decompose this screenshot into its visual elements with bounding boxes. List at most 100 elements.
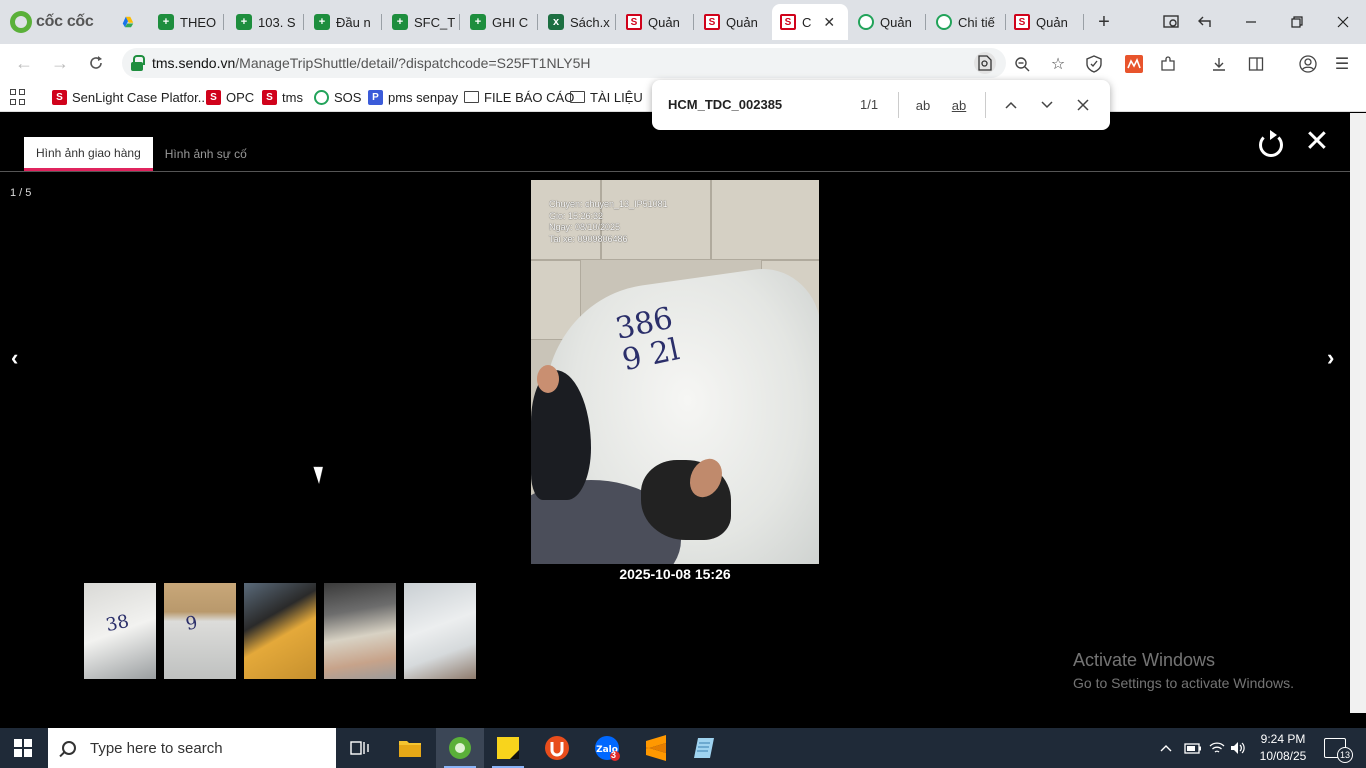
coccoc-app[interactable] bbox=[436, 728, 484, 768]
close-find-button[interactable] bbox=[1071, 93, 1095, 117]
tab-5[interactable]: x Sách.x bbox=[540, 6, 616, 38]
tab-2[interactable]: + Đầu n bbox=[306, 6, 382, 38]
start-button[interactable] bbox=[14, 739, 32, 757]
find-in-page-icon[interactable] bbox=[974, 52, 996, 74]
thumbnail-4[interactable] bbox=[324, 583, 396, 679]
back-button[interactable]: ← bbox=[12, 51, 36, 75]
back-arrow-icon[interactable] bbox=[1190, 8, 1220, 36]
tab-7[interactable]: S Quản bbox=[696, 6, 772, 38]
page-scrollbar[interactable] bbox=[1350, 113, 1366, 713]
bookmark-opc[interactable]: S OPC bbox=[206, 88, 254, 106]
task-view-button[interactable] bbox=[336, 728, 384, 768]
volume-icon[interactable] bbox=[1230, 728, 1246, 768]
zalo-app[interactable]: Zalo 3 bbox=[583, 728, 631, 768]
tab-delivery-images[interactable]: Hình ảnh giao hàng bbox=[24, 137, 153, 171]
bookmark-star-icon[interactable]: ☆ bbox=[1047, 53, 1069, 75]
zoom-out-icon[interactable] bbox=[1011, 53, 1033, 75]
chevron-up-icon bbox=[1005, 101, 1017, 109]
whole-word-button[interactable]: ab bbox=[947, 93, 971, 117]
tab-11[interactable]: S Quản bbox=[1006, 6, 1084, 38]
tab-label: Đầu n bbox=[336, 14, 371, 30]
close-tab-icon[interactable]: ✕ bbox=[823, 14, 835, 31]
download-icon[interactable] bbox=[1208, 53, 1230, 75]
ultraviewer-icon bbox=[545, 736, 569, 760]
bookmark-pms-senpay[interactable]: P pms senpay bbox=[368, 88, 458, 106]
tab-3[interactable]: + SFC_T bbox=[384, 6, 460, 38]
sendo-extension-icon[interactable] bbox=[1123, 53, 1145, 75]
bookmark-file-bao-cao[interactable]: FILE BÁO CÁO bbox=[464, 88, 574, 106]
notepad-app[interactable] bbox=[680, 728, 728, 768]
close-window-button[interactable] bbox=[1328, 8, 1358, 36]
find-input[interactable]: HCM_TDC_002385 bbox=[668, 97, 782, 112]
prev-image-button[interactable]: ‹ bbox=[11, 345, 18, 371]
thumbnail-2[interactable]: 9 bbox=[164, 583, 236, 679]
restore-button[interactable] bbox=[1282, 8, 1312, 36]
sticky-notes-app[interactable] bbox=[484, 728, 532, 768]
next-image-button[interactable]: › bbox=[1327, 345, 1334, 371]
tab-search-icon[interactable] bbox=[1156, 8, 1186, 36]
bookmark-sos[interactable]: SOS bbox=[314, 88, 361, 106]
tab-label: Sách.x bbox=[570, 14, 610, 30]
thumbnail-5[interactable] bbox=[404, 583, 476, 679]
excel-icon: x bbox=[548, 14, 564, 30]
tab-4[interactable]: + GHI C bbox=[462, 6, 538, 38]
bookmark-tms[interactable]: S tms bbox=[262, 88, 303, 106]
sendo-icon: S bbox=[626, 14, 642, 30]
find-previous-button[interactable] bbox=[999, 93, 1023, 117]
find-next-button[interactable] bbox=[1035, 93, 1059, 117]
tab-label: Quản bbox=[648, 14, 680, 30]
apps-grid-icon[interactable] bbox=[10, 89, 26, 105]
reload-icon bbox=[90, 56, 102, 69]
rotate-icon[interactable] bbox=[1256, 129, 1284, 157]
new-tab-button[interactable]: + bbox=[1092, 10, 1116, 34]
url-text[interactable]: tms.sendo.vn/ManageTripShuttle/detail/?d… bbox=[152, 55, 591, 71]
address-bar[interactable]: tms.sendo.vn/ManageTripShuttle/detail/?d… bbox=[122, 48, 1006, 78]
shield-icon[interactable] bbox=[1083, 53, 1105, 75]
tab-label: Quản bbox=[1036, 14, 1068, 30]
thumbnail-3[interactable] bbox=[244, 583, 316, 679]
action-center-button[interactable]: 13 bbox=[1324, 738, 1353, 763]
bookmark-senlight[interactable]: S SenLight Case Platfor... bbox=[52, 88, 209, 106]
file-explorer-app[interactable] bbox=[386, 728, 434, 768]
tab-incident-images[interactable]: Hình ảnh sự cố bbox=[153, 137, 259, 171]
tab-8-active[interactable]: S C ✕ bbox=[772, 4, 848, 40]
tab-0[interactable]: + THEO bbox=[150, 6, 224, 38]
forward-button[interactable]: → bbox=[48, 51, 72, 75]
tab-label: THEO bbox=[180, 14, 217, 30]
tab-9[interactable]: Quản bbox=[850, 6, 926, 38]
system-clock[interactable]: 9:24 PM 10/08/25 bbox=[1252, 731, 1314, 765]
tab-6[interactable]: S Quản bbox=[618, 6, 694, 38]
green-site-icon bbox=[858, 14, 874, 30]
notification-count-badge: 13 bbox=[1337, 747, 1353, 763]
match-case-button[interactable]: ab bbox=[911, 93, 935, 117]
show-hidden-icons-button[interactable] bbox=[1160, 728, 1172, 768]
sidebar-icon[interactable] bbox=[1245, 53, 1267, 75]
tabs-divider bbox=[0, 171, 1350, 172]
battery-icon[interactable] bbox=[1184, 728, 1202, 768]
sublime-app[interactable] bbox=[632, 728, 680, 768]
tab-1[interactable]: + 103. S bbox=[228, 6, 304, 38]
thumbnail-1[interactable]: 38 bbox=[84, 583, 156, 679]
menu-icon[interactable]: ☰ bbox=[1331, 53, 1353, 75]
google-drive-icon bbox=[122, 16, 134, 28]
notepad-icon bbox=[694, 738, 714, 758]
clock-date: 10/08/25 bbox=[1259, 749, 1307, 763]
profile-icon[interactable] bbox=[1297, 53, 1319, 75]
ultraviewer-app[interactable] bbox=[533, 728, 581, 768]
close-viewer-button[interactable]: ✕ bbox=[1303, 127, 1331, 157]
reload-button[interactable] bbox=[84, 51, 108, 75]
secure-lock-icon[interactable] bbox=[130, 55, 145, 71]
bookmark-tai-lieu[interactable]: TÀI LIỆU bbox=[570, 88, 643, 106]
close-icon bbox=[1077, 99, 1089, 111]
brand-name: cốc cốc bbox=[36, 13, 94, 30]
tab-google-drive[interactable] bbox=[114, 6, 142, 38]
wifi-icon[interactable] bbox=[1209, 728, 1225, 768]
folder-icon bbox=[399, 741, 421, 757]
find-match-count: 1/1 bbox=[860, 97, 879, 112]
tab-10[interactable]: Chi tiế bbox=[928, 6, 1006, 38]
browser-brand[interactable]: cốc cốc bbox=[10, 10, 94, 34]
tab-label: GHI C bbox=[492, 14, 529, 30]
taskbar-search[interactable]: Type here to search bbox=[48, 728, 336, 768]
minimize-button[interactable] bbox=[1236, 8, 1266, 36]
extensions-puzzle-icon[interactable] bbox=[1157, 53, 1179, 75]
